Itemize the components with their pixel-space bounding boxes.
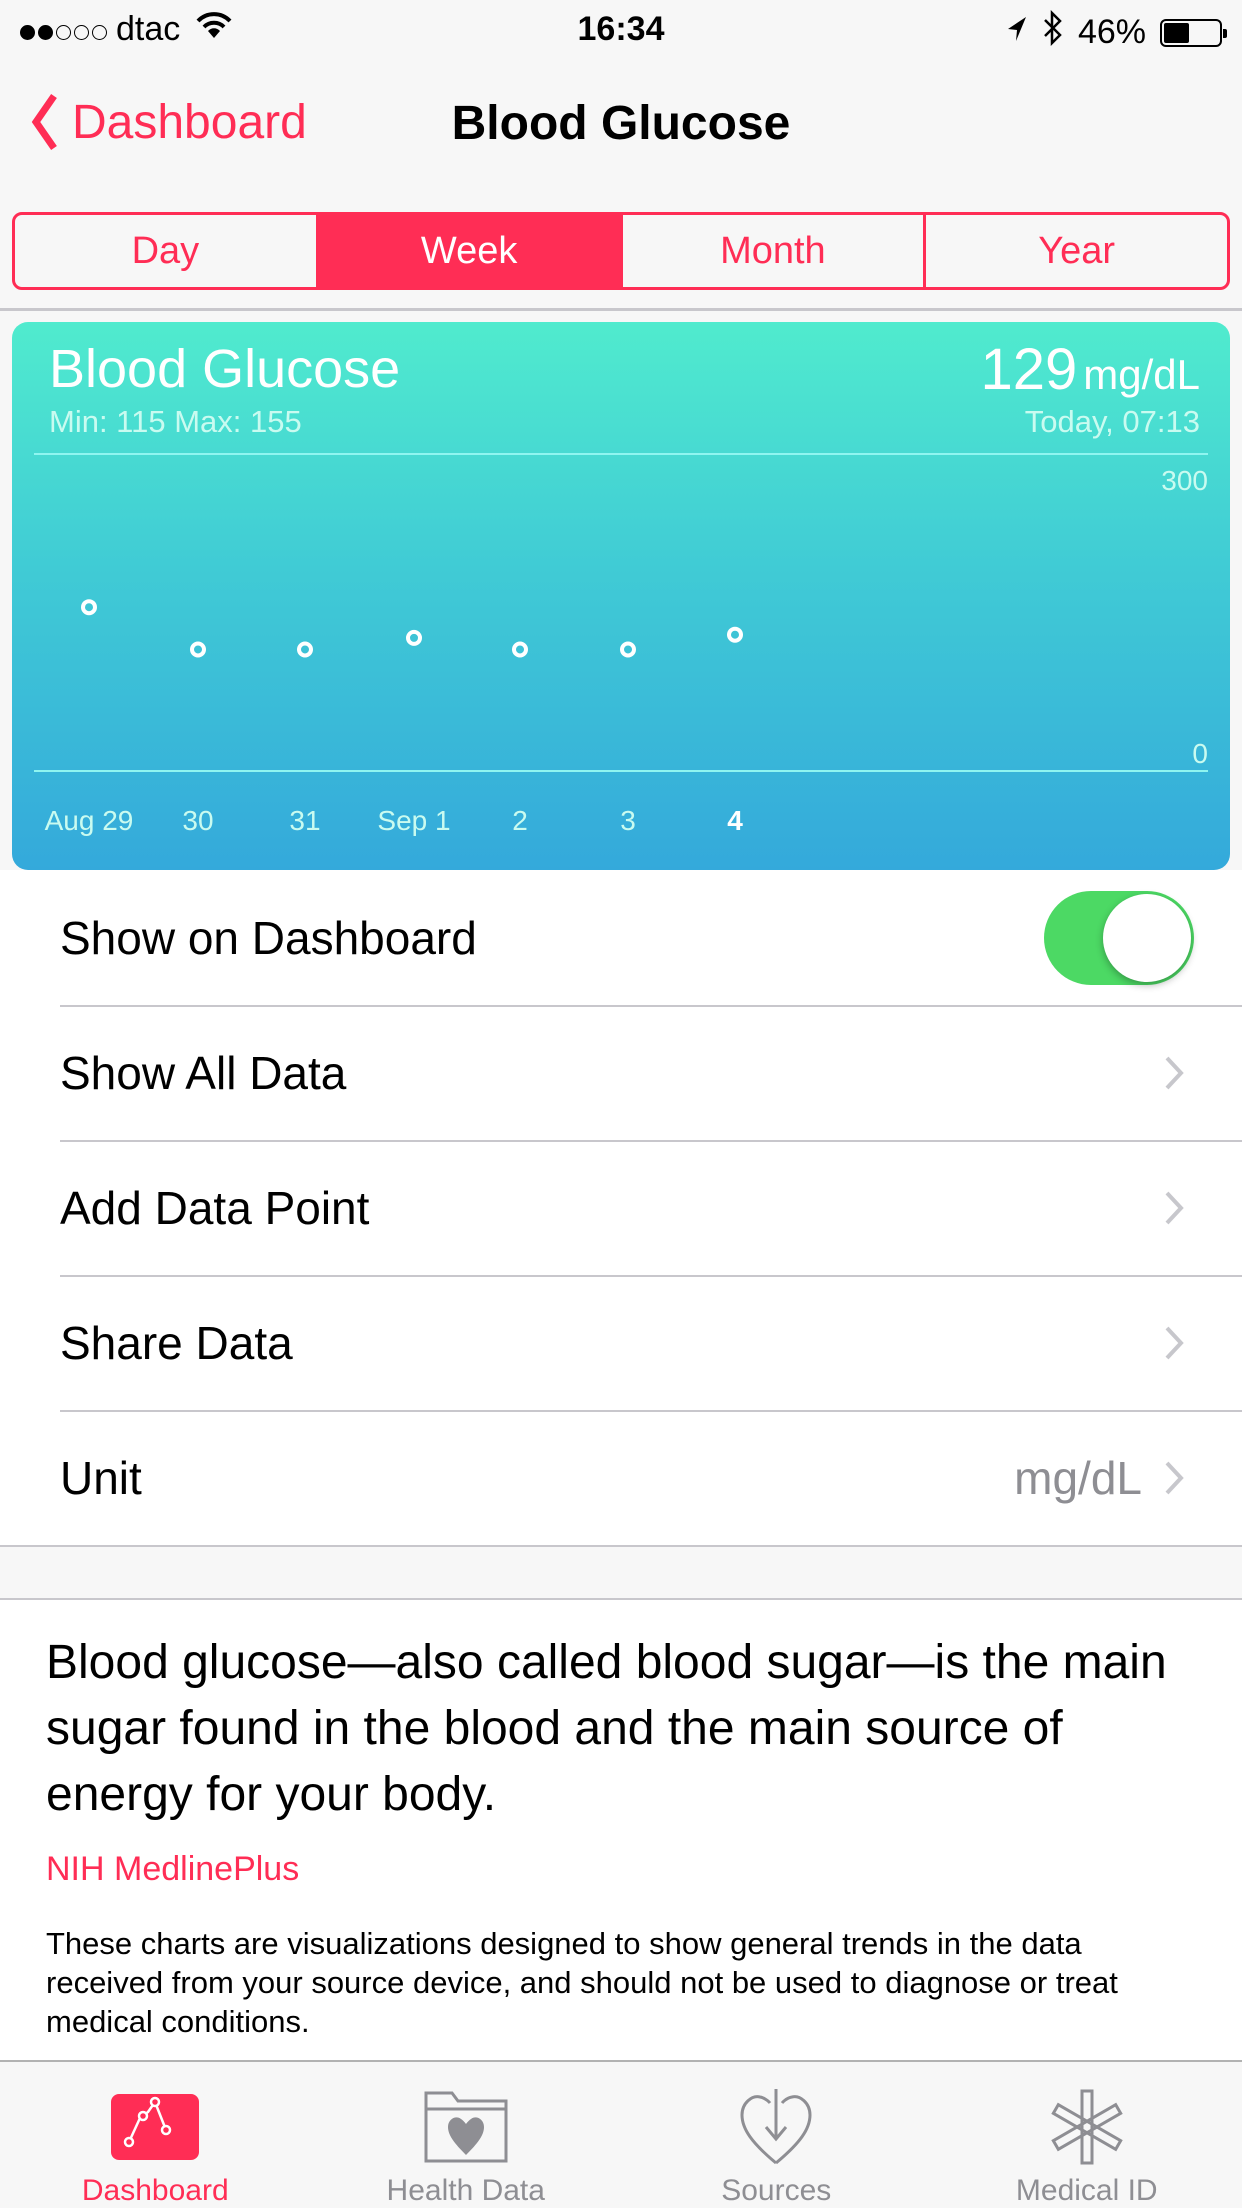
x-tick-label: 2 (512, 805, 528, 836)
data-point (620, 641, 636, 658)
data-point (297, 641, 313, 658)
health-data-folder-icon (424, 2084, 508, 2170)
medical-id-asterisk-icon (1049, 2084, 1125, 2170)
latest-unit: mg/dL (1083, 351, 1200, 398)
row-label: Add Data Point (60, 1181, 370, 1234)
segment-week[interactable]: Week (315, 215, 620, 287)
data-point (190, 641, 206, 658)
x-tick-label: 3 (620, 805, 636, 836)
disclaimer-text: These charts are visualizations designed… (46, 1926, 1118, 2039)
description-text: Blood glucose—also called blood sugar—is… (46, 1636, 1167, 1821)
settings-list: Show on Dashboard Show All Data Add Data… (0, 870, 1242, 1545)
bluetooth-icon (1042, 9, 1064, 55)
time-range-segmented-control: Day Week Month Year (12, 212, 1230, 290)
tab-health-data[interactable]: Health Data (311, 2062, 622, 2208)
row-label: Unit (60, 1451, 142, 1504)
x-tick-label: 4 (727, 805, 743, 836)
data-point (81, 599, 97, 616)
divider (0, 308, 1242, 311)
row-label: Show All Data (60, 1046, 347, 1099)
show-on-dashboard-toggle[interactable] (1044, 890, 1194, 985)
chevron-right-icon (1165, 1056, 1184, 1089)
y-tick-label: 300 (1161, 465, 1208, 496)
chart-title: Blood Glucose (49, 339, 401, 399)
location-arrow-icon (1004, 13, 1028, 52)
row-unit[interactable]: Unit mg/dL (0, 1410, 1242, 1545)
status-bar: dtac 16:34 46% (0, 0, 1242, 60)
latest-reading: 129 mg/dL (980, 336, 1200, 403)
row-add-data-point[interactable]: Add Data Point (0, 1140, 1242, 1275)
row-show-all-data[interactable]: Show All Data (0, 1005, 1242, 1140)
tab-label: Sources (721, 2174, 832, 2207)
description-section: Blood glucose—also called blood sugar—is… (0, 1600, 1242, 2060)
segment-month[interactable]: Month (619, 215, 924, 287)
chevron-right-icon (1165, 1326, 1184, 1359)
sources-heart-arrow-icon (736, 2084, 816, 2170)
tab-medical-id[interactable]: Medical ID (932, 2062, 1242, 2208)
tab-dashboard[interactable]: Dashboard (0, 2062, 311, 2208)
page-title: Blood Glucose (451, 97, 791, 150)
x-tick-label: 30 (182, 805, 213, 836)
row-share-data[interactable]: Share Data (0, 1275, 1242, 1410)
x-tick-label: Aug 29 (45, 805, 134, 836)
min-max-label: Min: 115 Max: 155 (49, 404, 302, 439)
unit-value: mg/dL (1014, 1451, 1142, 1504)
battery-icon (1160, 18, 1227, 47)
data-point (512, 641, 528, 658)
segment-day[interactable]: Day (15, 215, 316, 287)
tab-label: Medical ID (1015, 2174, 1158, 2207)
segment-year[interactable]: Year (923, 215, 1227, 287)
latest-value: 129 (980, 337, 1078, 402)
chart-card: 300 0 Aug 29 30 31 Sep 1 2 3 4 Blood Glucose Min… (12, 322, 1230, 870)
dashboard-chart-icon (111, 2084, 200, 2170)
y-tick-label: 0 (1192, 738, 1208, 769)
tab-bar: Dashboard Health Data Sources Medical ID (0, 2060, 1242, 2208)
x-tick-label: 31 (289, 805, 320, 836)
battery-percent: 46% (1077, 13, 1146, 51)
status-right: 46% (1004, 9, 1227, 55)
data-point (406, 629, 422, 646)
row-label: Share Data (60, 1316, 293, 1369)
tab-label: Health Data (386, 2174, 545, 2207)
divider (0, 1545, 1242, 1547)
row-show-on-dashboard: Show on Dashboard (0, 870, 1242, 1005)
chevron-right-icon (1165, 1461, 1184, 1494)
source-link[interactable]: NIH MedlinePlus (46, 1850, 299, 1889)
latest-timestamp: Today, 07:13 (1024, 404, 1200, 439)
x-tick-label: Sep 1 (377, 805, 450, 836)
toggle-knob (1103, 893, 1191, 982)
chevron-right-icon (1165, 1191, 1184, 1224)
data-point (727, 626, 743, 643)
row-label: Show on Dashboard (60, 911, 477, 964)
tab-sources[interactable]: Sources (621, 2062, 932, 2208)
tab-label: Dashboard (81, 2174, 229, 2207)
